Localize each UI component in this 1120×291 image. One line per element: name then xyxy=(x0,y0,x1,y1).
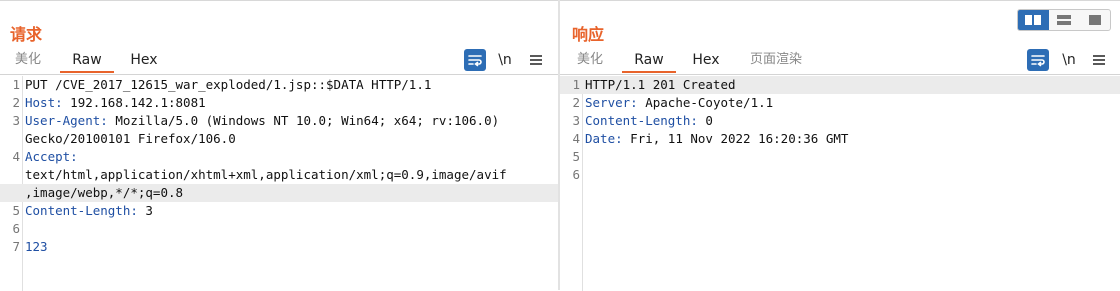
line-number: 5 xyxy=(572,149,580,164)
header-name: Date: xyxy=(585,131,623,146)
tab-raw[interactable]: Raw xyxy=(622,48,676,73)
header-value: Mozilla/5.0 (Windows NT 10.0; Win64; x64… xyxy=(107,113,500,128)
text-segment: HTTP/1.1 201 Created xyxy=(585,77,736,92)
header-name: Content-Length: xyxy=(25,203,138,218)
response-editor[interactable]: 1 HTTP/1.1 201 Created 2 Server: Apache-Coy… xyxy=(560,76,1120,291)
tab-hex[interactable]: Hex xyxy=(124,48,164,72)
header-value: 3 xyxy=(137,203,153,218)
code-line: 2 Host: 192.168.142.1:8081 xyxy=(0,94,558,112)
layout-toggle xyxy=(1017,9,1111,31)
code-line: 5 xyxy=(560,148,1120,166)
hamburger-menu-icon[interactable] xyxy=(525,49,547,71)
code-line: text/html,application/xhtml+xml,applicat… xyxy=(0,166,558,184)
line-text: Content-Length: 0 xyxy=(585,112,713,130)
line-text: text/html,application/xhtml+xml,applicat… xyxy=(25,166,507,184)
stacked-layout-icon[interactable] xyxy=(1049,10,1080,30)
tab-render[interactable]: 页面渲染 xyxy=(744,48,808,72)
request-title: 请求 xyxy=(10,25,43,44)
header-value: 0 xyxy=(697,113,713,128)
hamburger-menu-icon[interactable] xyxy=(1088,49,1110,71)
response-pane: 响应 美化 Raw Hex 页面渲染 \n 1 HTTP/1.1 201 Crea… xyxy=(560,0,1120,291)
response-title: 响应 xyxy=(572,25,605,44)
code-line: Gecko/20100101 Firefox/106.0 xyxy=(0,130,558,148)
line-number: 3 xyxy=(572,113,580,128)
header-name: Host: xyxy=(25,95,63,110)
request-pane: 请求 美化 Raw Hex \n 1 PUT /CVE_2017_12615_wa… xyxy=(0,0,558,291)
newline-toggle[interactable]: \n xyxy=(494,49,516,71)
side-by-side-layout-icon[interactable] xyxy=(1018,10,1049,30)
line-number: 2 xyxy=(572,95,580,110)
line-text: Accept: xyxy=(25,148,78,166)
text-segment: 123 xyxy=(25,239,48,254)
line-number: 2 xyxy=(12,95,20,110)
header-name: Server: xyxy=(585,95,638,110)
line-number: 4 xyxy=(572,131,580,146)
tab-pretty[interactable]: 美化 xyxy=(10,48,46,72)
line-text: Content-Length: 3 xyxy=(25,202,153,220)
line-number: 4 xyxy=(12,149,20,164)
code-line: 1 PUT /CVE_2017_12615_war_exploded/1.jsp:… xyxy=(0,76,558,94)
newline-toggle[interactable]: \n xyxy=(1058,49,1080,71)
text-segment: PUT /CVE_2017_12615_war_exploded/1.jsp::… xyxy=(25,77,432,92)
line-text: User-Agent: Mozilla/5.0 (Windows NT 10.0… xyxy=(25,112,499,130)
code-line: 1 HTTP/1.1 201 Created xyxy=(560,76,1120,94)
line-number: 1 xyxy=(572,77,580,92)
line-text: HTTP/1.1 201 Created xyxy=(585,76,736,94)
text-segment: Gecko/20100101 Firefox/106.0 xyxy=(25,131,236,146)
word-wrap-icon[interactable] xyxy=(464,49,486,71)
line-number: 5 xyxy=(12,203,20,218)
tab-raw[interactable]: Raw xyxy=(60,48,114,73)
line-text: PUT /CVE_2017_12615_war_exploded/1.jsp::… xyxy=(25,76,431,94)
line-text: Gecko/20100101 Firefox/106.0 xyxy=(25,130,236,148)
single-pane-layout-icon[interactable] xyxy=(1079,10,1110,30)
code-line: 3 User-Agent: Mozilla/5.0 (Windows NT 10.… xyxy=(0,112,558,130)
header-name: User-Agent: xyxy=(25,113,108,128)
header-name: Accept: xyxy=(25,149,78,164)
code-line: 5 Content-Length: 3 xyxy=(0,202,558,220)
request-editor[interactable]: 1 PUT /CVE_2017_12615_war_exploded/1.jsp:… xyxy=(0,76,558,291)
code-line: 4 Accept: xyxy=(0,148,558,166)
line-text: Date: Fri, 11 Nov 2022 16:20:36 GMT xyxy=(585,130,848,148)
line-number: 6 xyxy=(572,167,580,182)
word-wrap-icon[interactable] xyxy=(1027,49,1049,71)
code-line: 6 xyxy=(560,166,1120,184)
header-name: Content-Length: xyxy=(585,113,698,128)
text-segment: ,image/webp,*/*;q=0.8 xyxy=(25,185,184,200)
header-value: 192.168.142.1:8081 xyxy=(62,95,206,110)
code-line: ,image/webp,*/*;q=0.8 xyxy=(0,184,558,202)
tab-hex[interactable]: Hex xyxy=(686,48,726,72)
text-segment: text/html,application/xhtml+xml,applicat… xyxy=(25,167,507,182)
line-text: Host: 192.168.142.1:8081 xyxy=(25,94,206,112)
line-number: 1 xyxy=(12,77,20,92)
code-line: 2 Server: Apache-Coyote/1.1 xyxy=(560,94,1120,112)
tabs-separator xyxy=(560,74,1120,75)
line-text: ,image/webp,*/*;q=0.8 xyxy=(25,184,183,202)
code-line: 7 123 xyxy=(0,238,558,256)
header-value: Apache-Coyote/1.1 xyxy=(637,95,774,110)
header-value: Fri, 11 Nov 2022 16:20:36 GMT xyxy=(622,131,849,146)
code-line: 3 Content-Length: 0 xyxy=(560,112,1120,130)
line-number: 7 xyxy=(12,239,20,254)
line-text: Server: Apache-Coyote/1.1 xyxy=(585,94,773,112)
code-line: 4 Date: Fri, 11 Nov 2022 16:20:36 GMT xyxy=(560,130,1120,148)
tab-pretty[interactable]: 美化 xyxy=(572,48,608,72)
line-number: 6 xyxy=(12,221,20,236)
line-text: 123 xyxy=(25,238,48,256)
code-line: 6 xyxy=(0,220,558,238)
tabs-separator xyxy=(0,74,558,75)
line-number: 3 xyxy=(12,113,20,128)
